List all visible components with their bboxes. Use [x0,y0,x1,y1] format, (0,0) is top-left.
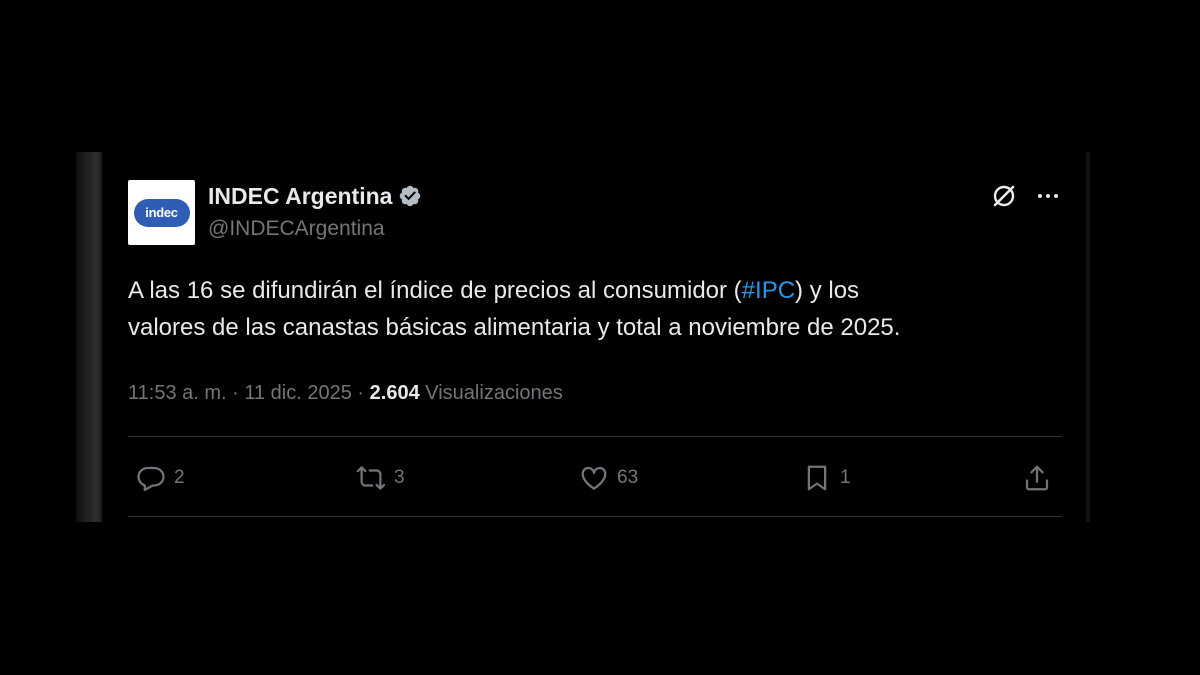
more-options-icon[interactable] [1034,182,1062,210]
hashtag-link[interactable]: #IPC [742,277,795,304]
verified-badge-icon[interactable] [398,184,422,208]
grok-icon[interactable] [990,182,1018,210]
share-button[interactable] [1022,462,1052,494]
avatar[interactable]: indec [128,180,195,245]
reply-icon [137,466,165,491]
tweet-text: A las 16 se difundirán el índice de prec… [128,272,1068,346]
bookmark-count: 1 [840,467,851,488]
account-name-row: INDEC Argentina [208,182,422,210]
repost-icon [356,466,386,490]
meta-separator: · [351,382,370,404]
card-right-border [1086,152,1090,522]
reply-count: 2 [174,467,185,488]
reply-button[interactable]: 2 [136,462,185,494]
repost-count: 3 [394,467,405,488]
tweet-date[interactable]: 11 dic. 2025 [244,382,352,404]
share-icon [1025,465,1049,491]
divider [128,436,1062,437]
like-count: 63 [617,467,639,488]
meta-separator: · [226,382,245,404]
bookmark-icon [807,465,827,491]
repost-button[interactable]: 3 [356,462,405,494]
tweet-text-start: A las 16 se difundirán el índice de prec… [128,277,742,304]
display-name[interactable]: INDEC Argentina [208,182,392,210]
like-button[interactable]: 63 [579,462,638,494]
account-handle[interactable]: @INDECArgentina [208,216,385,242]
tweet-meta: 11:53 a. m. · 11 dic. 2025 · 2.604 Visua… [128,380,563,406]
card-left-border [76,152,102,522]
heart-icon [581,466,607,490]
views-count: 2.604 [369,382,420,404]
divider [128,516,1062,517]
bookmark-button[interactable]: 1 [802,462,851,494]
tweet-time[interactable]: 11:53 a. m. [128,382,227,404]
avatar-logo: indec [133,198,190,227]
views-label: Visualizaciones [419,382,563,404]
